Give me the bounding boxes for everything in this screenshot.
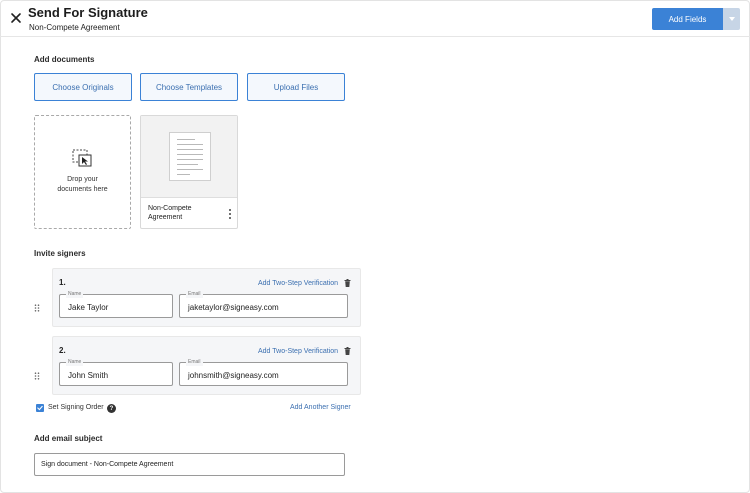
chevron-down-icon [728,17,735,21]
document-dropzone[interactable]: Drop your documents here [34,115,131,229]
page-subtitle: Non-Compete Agreement [29,23,120,32]
document-thumbnail-area [141,116,237,198]
email-subject-value: Sign document - Non-Compete Agreement [41,461,174,468]
signer-email-field[interactable]: Email johnsmith@signeasy.com [179,358,348,386]
name-field-label: Name [66,358,84,366]
choose-originals-button[interactable]: Choose Originals [34,73,132,101]
page-title: Send For Signature [28,5,148,20]
signer-email-value: jaketaylor@signeasy.com [188,303,279,312]
signer-email-value: johnsmith@signeasy.com [188,371,279,380]
drag-handle-icon[interactable] [34,372,40,380]
add-another-signer-link[interactable]: Add Another Signer [290,404,351,411]
check-icon [37,405,43,411]
add-fields-button[interactable]: Add Fields [652,8,723,30]
help-icon[interactable]: ? [107,404,116,413]
more-vertical-icon[interactable] [228,208,232,220]
header-bar: Send For Signature Non-Compete Agreement… [0,0,750,37]
email-field-label: Email [186,290,203,298]
add-fields-dropdown-button[interactable] [723,8,740,30]
email-field-label: Email [186,358,203,366]
signer-number: 2. [59,346,66,355]
dropzone-line-1: Drop your [67,176,98,183]
email-subject-input[interactable]: Sign document - Non-Compete Agreement [34,453,345,476]
email-subject-heading: Add email subject [34,434,103,443]
add-two-step-verification-link[interactable]: Add Two-Step Verification [258,348,338,355]
add-documents-heading: Add documents [34,55,95,64]
dropzone-line-2: documents here [57,186,108,193]
document-card[interactable]: Non-Compete Agreement [140,115,238,229]
signing-order-label: Set Signing Order [48,404,104,411]
upload-files-button[interactable]: Upload Files [247,73,345,101]
name-field-label: Name [66,290,84,298]
signer-card: 1. Add Two-Step Verification Name Jake T… [52,268,361,327]
signer-name-value: John Smith [68,371,109,380]
document-thumbnail [169,132,211,181]
choose-templates-button[interactable]: Choose Templates [140,73,238,101]
signer-number: 1. [59,278,66,287]
signer-card: 2. Add Two-Step Verification Name John S… [52,336,361,395]
signing-order-checkbox[interactable] [36,404,44,412]
add-two-step-verification-link[interactable]: Add Two-Step Verification [258,280,338,287]
signer-name-field[interactable]: Name John Smith [59,358,173,386]
dropzone-text: Drop your documents here [57,175,107,195]
close-button[interactable] [9,11,23,25]
signer-name-field[interactable]: Name Jake Taylor [59,290,173,318]
signer-name-value: Jake Taylor [68,303,109,312]
trash-icon[interactable] [344,347,351,355]
document-name: Non-Compete Agreement [148,205,192,221]
close-icon [11,13,21,23]
signer-email-field[interactable]: Email jaketaylor@signeasy.com [179,290,348,318]
drop-cursor-icon [72,149,91,167]
trash-icon[interactable] [344,279,351,287]
invite-signers-heading: Invite signers [34,249,86,258]
drag-handle-icon[interactable] [34,304,40,312]
